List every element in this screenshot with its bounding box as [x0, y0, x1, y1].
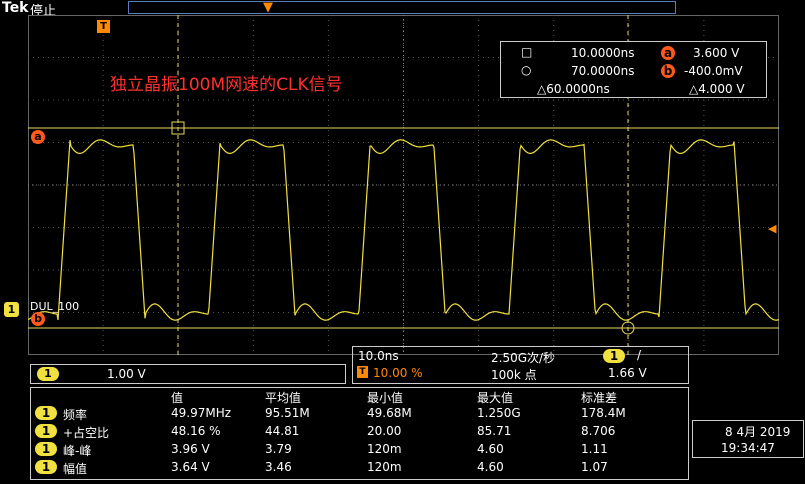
col-header: 平均值 — [265, 391, 302, 405]
brand-logo: Tek — [2, 0, 29, 16]
meas-value: 1.11 — [581, 442, 608, 456]
meas-value: 85.71 — [477, 424, 512, 438]
cursor-b-marker[interactable]: b — [31, 312, 45, 326]
col-header: 标准差 — [581, 391, 618, 405]
meas-name[interactable]: 峰-峰 — [63, 442, 91, 459]
meas-value: 3.79 — [265, 442, 292, 456]
annotation-text: 独立晶振100M网速的CLK信号 — [110, 75, 343, 95]
meas-value: 44.81 — [265, 424, 300, 438]
date: 8 4月 2019 — [725, 425, 791, 439]
measurement-table[interactable]: 值 平均值 最小值 最大值 标准差 1 频率 49.97MHz 95.51M 49.68… — [30, 387, 689, 480]
ch1-ground-marker[interactable]: 1 — [4, 302, 19, 317]
meas-name[interactable]: +占空比 — [63, 424, 109, 441]
meas-ch-badge: 1 — [35, 442, 57, 456]
meas-ch-badge: 1 — [35, 460, 57, 474]
meas-value: 4.60 — [477, 460, 504, 474]
ch1-label: DUL_100 — [30, 300, 80, 313]
col-header: 最小值 — [367, 391, 404, 405]
meas-value: 3.96 V — [171, 442, 210, 456]
meas-value: 3.64 V — [171, 460, 210, 474]
meas-value: 1.250G — [477, 406, 521, 420]
meas-value: 3.46 — [265, 460, 292, 474]
circle-icon: ○ — [521, 63, 532, 77]
meas-value: 49.97MHz — [171, 406, 232, 420]
trigger-position-icon: ▼ — [263, 0, 273, 15]
record-length: 100k 点 — [491, 368, 537, 382]
cursor-b-volt: -400.0mV — [684, 64, 743, 78]
meas-ch-badge: 1 — [35, 424, 57, 438]
meas-value: 20.00 — [367, 424, 402, 438]
meas-value: 49.68M — [367, 406, 412, 420]
trigger-marker[interactable]: T — [97, 20, 110, 33]
meas-value: 1.07 — [581, 460, 608, 474]
trig-ch-badge: 1 — [603, 349, 625, 363]
timebase: 10.0ns — [358, 349, 399, 363]
meas-ch-badge: 1 — [35, 406, 57, 420]
meas-value: 48.16 % — [171, 424, 221, 438]
ch1-scale: 1.00 V — [107, 367, 146, 381]
cursor-a-marker[interactable]: a — [31, 130, 45, 144]
trigger-level: 1.66 V — [608, 366, 647, 380]
trigger-pos-icon: T — [357, 366, 368, 378]
meas-value: 120m — [367, 460, 402, 474]
ch1-badge: 1 — [37, 367, 59, 381]
trigger-position: 10.00 % — [373, 366, 423, 380]
trig-slope-icon: / — [637, 348, 642, 362]
meas-name[interactable]: 频率 — [63, 406, 87, 423]
cursor-b-marker: b — [661, 64, 675, 78]
datetime-box: 8 4月 2019 19:34:47 — [692, 420, 804, 458]
trigger-level-icon: ◀ — [768, 222, 777, 235]
cursor-readout: □ 10.0000ns a 3.600 V ○ 70.0000ns b -400… — [500, 41, 767, 98]
meas-value: 95.51M — [265, 406, 310, 420]
meas-value: 178.4M — [581, 406, 626, 420]
cursor-a-volt: 3.600 V — [693, 46, 740, 60]
cursor-a-time: 10.0000ns — [571, 46, 635, 60]
col-header: 最大值 — [477, 391, 514, 405]
cursor-a-marker: a — [661, 46, 675, 60]
time: 19:34:47 — [721, 441, 775, 455]
meas-value: 120m — [367, 442, 402, 456]
cursor-delta-volt: △4.000 V — [689, 82, 745, 96]
meas-name[interactable]: 幅值 — [63, 460, 87, 477]
square-icon: □ — [521, 45, 533, 59]
meas-value: 8.706 — [581, 424, 616, 438]
horizontal-trigger-box[interactable]: 10.0ns 2.50G次/秒 1 / T 10.00 % 100k 点 1.6… — [352, 346, 689, 384]
meas-value: 4.60 — [477, 442, 504, 456]
cursor-b-time: 70.0000ns — [571, 64, 635, 78]
record-position-bar[interactable] — [128, 1, 676, 14]
col-header: 值 — [171, 391, 184, 405]
cursor-delta-time: △60.0000ns — [537, 82, 610, 96]
channel-scale-box[interactable]: 1 1.00 V — [30, 364, 346, 384]
sample-rate: 2.50G次/秒 — [491, 351, 556, 365]
